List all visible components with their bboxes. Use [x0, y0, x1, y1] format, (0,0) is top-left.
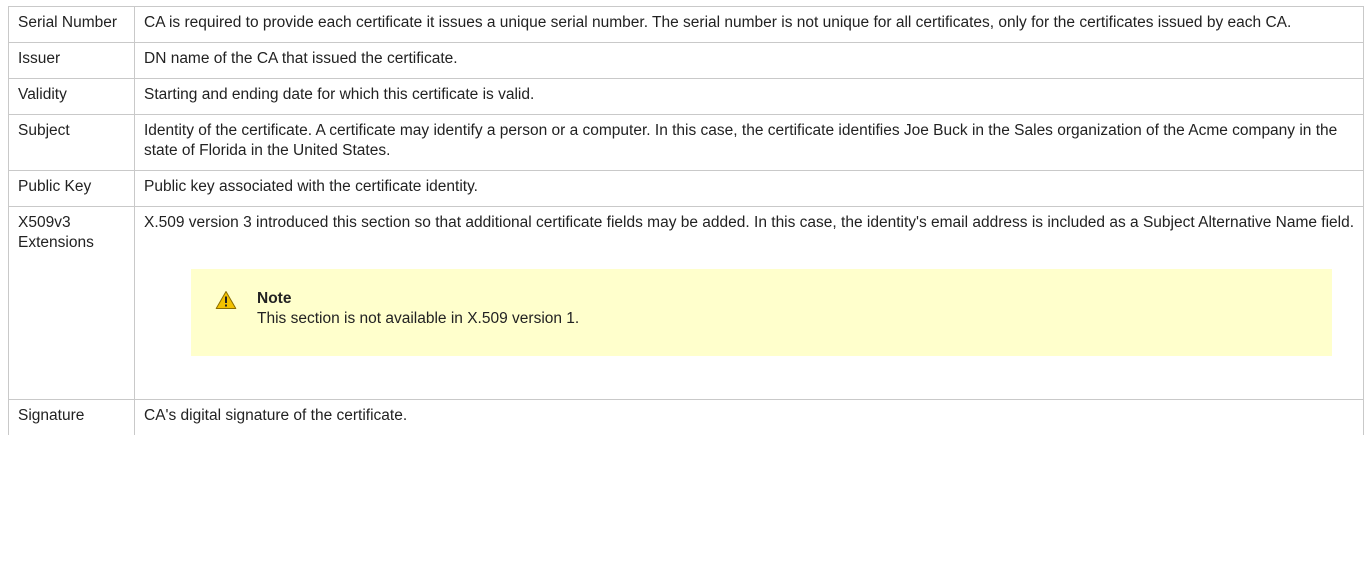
table-row: Public Key Public key associated with th…	[8, 170, 1364, 207]
note-content: Note This section is not available in X.…	[257, 289, 579, 329]
field-name: Signature	[8, 399, 135, 435]
note-panel: Note This section is not available in X.…	[191, 269, 1332, 356]
field-name: Issuer	[8, 42, 135, 79]
table-row: Serial Number CA is required to provide …	[8, 6, 1364, 43]
warning-icon	[215, 291, 237, 309]
field-name: Public Key	[8, 170, 135, 207]
field-description: CA's digital signature of the certificat…	[134, 399, 1364, 435]
table-row: X509v3 Extensions X.509 version 3 introd…	[8, 206, 1364, 400]
field-name: Subject	[8, 114, 135, 171]
field-description-with-note: X.509 version 3 introduced this section …	[134, 206, 1364, 400]
field-description: CA is required to provide each certifica…	[134, 6, 1364, 43]
table-row: Signature CA's digital signature of the …	[8, 399, 1364, 435]
field-description: X.509 version 3 introduced this section …	[144, 214, 1355, 231]
table-row: Issuer DN name of the CA that issued the…	[8, 42, 1364, 79]
table-row: Subject Identity of the certificate. A c…	[8, 114, 1364, 171]
field-name: Validity	[8, 78, 135, 115]
note-body: This section is not available in X.509 v…	[257, 310, 580, 327]
field-description: Starting and ending date for which this …	[134, 78, 1364, 115]
table-row: Validity Starting and ending date for wh…	[8, 78, 1364, 115]
field-description: Public key associated with the certifica…	[134, 170, 1364, 207]
certificate-fields-table: Serial Number CA is required to provide …	[8, 6, 1364, 435]
field-description: DN name of the CA that issued the certif…	[134, 42, 1364, 79]
field-description: Identity of the certificate. A certifica…	[134, 114, 1364, 171]
field-name: X509v3 Extensions	[8, 206, 135, 400]
field-name: Serial Number	[8, 6, 135, 43]
note-title: Note	[257, 290, 292, 307]
